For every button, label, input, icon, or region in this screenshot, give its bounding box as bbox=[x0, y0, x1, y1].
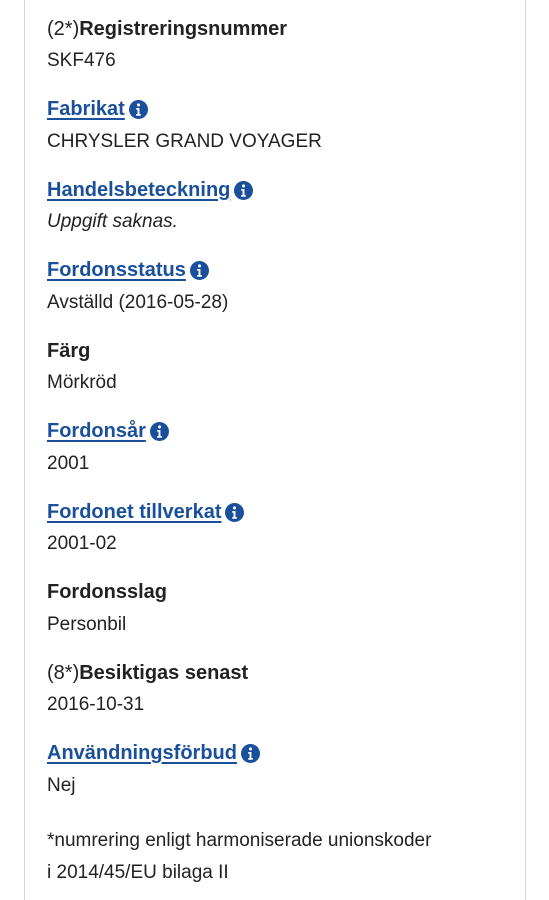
field-value: Personbil bbox=[47, 613, 127, 635]
field-label: Registreringsnummer bbox=[79, 17, 288, 40]
field-value: 2001 bbox=[47, 452, 90, 474]
fabrikat-link[interactable]: Fabrikat bbox=[47, 98, 125, 121]
field-fordonsar: Fordonsår 2001 bbox=[47, 415, 519, 496]
footnote: *numrering enligt harmoniserade unionsko… bbox=[47, 825, 519, 889]
field-fabrikat: Fabrikat CHRYSLER GRAND VOYAGER bbox=[47, 93, 519, 174]
field-value: SKF476 bbox=[47, 50, 116, 71]
field-value: CHRYSLER GRAND VOYAGER bbox=[47, 130, 322, 152]
fordonsar-link[interactable]: Fordonsår bbox=[47, 420, 146, 443]
field-label: Fordonsslag bbox=[47, 581, 168, 603]
field-value: Mörkröd bbox=[47, 372, 117, 393]
info-icon[interactable] bbox=[225, 502, 245, 522]
field-handelsbeteckning: Handelsbeteckning Uppgift saknas. bbox=[47, 173, 519, 254]
field-anvandningsforbud: Användningsförbud Nej bbox=[47, 737, 519, 818]
fordonsstatus-link[interactable]: Fordonsstatus bbox=[47, 259, 186, 282]
field-registreringsnummer: (2*) Registreringsnummer SKF476 bbox=[47, 12, 519, 93]
field-prefix: (8*) bbox=[47, 661, 80, 684]
info-icon[interactable] bbox=[149, 422, 169, 441]
field-value: 2001-02 bbox=[47, 533, 117, 554]
field-fordonsstatus: Fordonsstatus Avställd (2016-05-28) bbox=[47, 254, 519, 335]
info-icon[interactable] bbox=[128, 100, 148, 119]
field-besiktigas-senast: (8*) Besiktigas senast 2016-10-31 bbox=[47, 656, 519, 737]
fordonet-tillverkat-link[interactable]: Fordonet tillverkat bbox=[47, 501, 221, 524]
field-fordonsslag: Fordonsslag Personbil bbox=[47, 576, 519, 657]
field-value: Avställd (2016-05-28) bbox=[47, 291, 229, 313]
info-icon[interactable] bbox=[189, 261, 209, 280]
handelsbeteckning-link[interactable]: Handelsbeteckning bbox=[47, 179, 230, 202]
field-farg: Färg Mörkröd bbox=[47, 334, 519, 415]
anvandningsforbud-link[interactable]: Användningsförbud bbox=[47, 742, 237, 765]
field-value: Nej bbox=[47, 774, 76, 796]
footnote-line: i 2014/45/EU bilaga II bbox=[47, 862, 229, 883]
info-icon[interactable] bbox=[240, 744, 260, 763]
field-prefix: (2*) bbox=[47, 17, 80, 40]
field-value: Uppgift saknas. bbox=[47, 211, 178, 232]
field-value: 2016-10-31 bbox=[47, 694, 145, 715]
vehicle-details: (2*) Registreringsnummer SKF476 Fabrikat… bbox=[47, 12, 519, 889]
info-icon[interactable] bbox=[234, 180, 254, 200]
field-label: Besiktigas senast bbox=[79, 661, 249, 684]
footnote-line: *numrering enligt harmoniserade unionsko… bbox=[47, 830, 432, 851]
field-label: Färg bbox=[47, 339, 91, 362]
field-fordonet-tillverkat: Fordonet tillverkat 2001-02 bbox=[47, 495, 519, 576]
